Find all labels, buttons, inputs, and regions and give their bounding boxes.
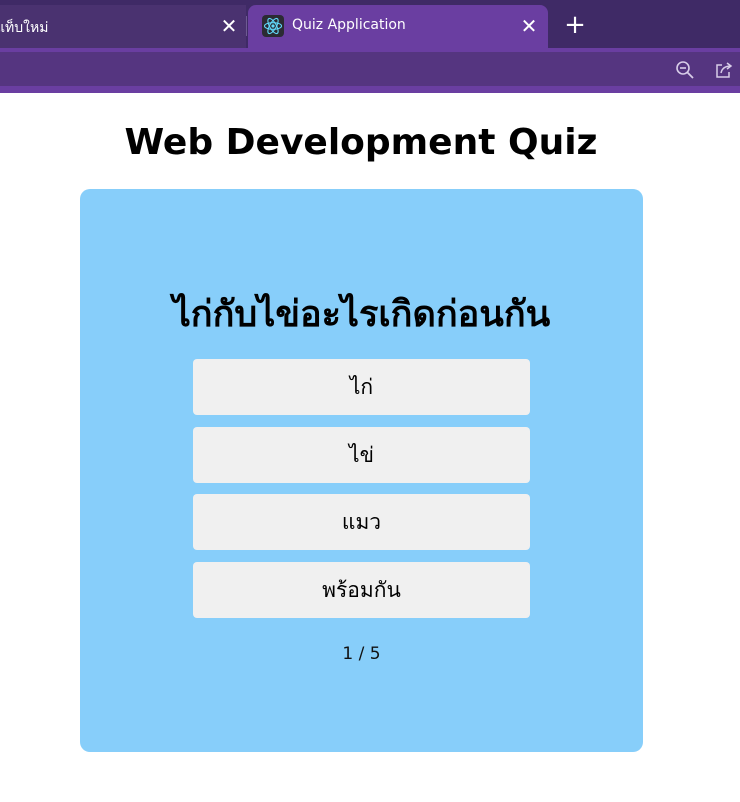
answer-button[interactable]: พร้อมกัน [193,562,530,618]
answer-button[interactable]: แมว [193,494,530,550]
new-tab-button[interactable]: + [562,12,588,38]
tab-close-icon[interactable]: ✕ [519,13,539,39]
answer-button[interactable]: ไก่ [193,359,530,415]
quiz-card: ไก่กับไข่อะไรเกิดก่อนกัน ไก่ ไข่ แมว พร้… [80,189,643,752]
tab-title: Quiz Application [292,17,406,33]
question-progress: 1 / 5 [342,644,381,664]
zoom-out-icon[interactable] [675,60,695,80]
browser-tabstrip: แท็บใหม่ ✕ Quiz Application ✕ + [0,0,740,48]
tab-new-tab[interactable]: แท็บใหม่ ✕ [0,5,246,48]
share-icon[interactable] [714,60,734,80]
tab-close-icon[interactable]: ✕ [219,13,239,39]
answer-button[interactable]: ไข่ [193,427,530,483]
tab-separator [246,16,247,36]
browser-toolbar [0,48,740,88]
address-bar[interactable] [0,52,740,86]
question-text: ไก่กับไข่อะไรเกิดก่อนกัน [172,294,551,335]
react-icon [262,15,284,37]
tab-quiz-application[interactable]: Quiz Application ✕ [248,5,548,48]
page-title: Web Development Quiz [124,122,598,163]
toolbar-divider [0,88,740,93]
tab-title: แท็บใหม่ [0,20,49,36]
